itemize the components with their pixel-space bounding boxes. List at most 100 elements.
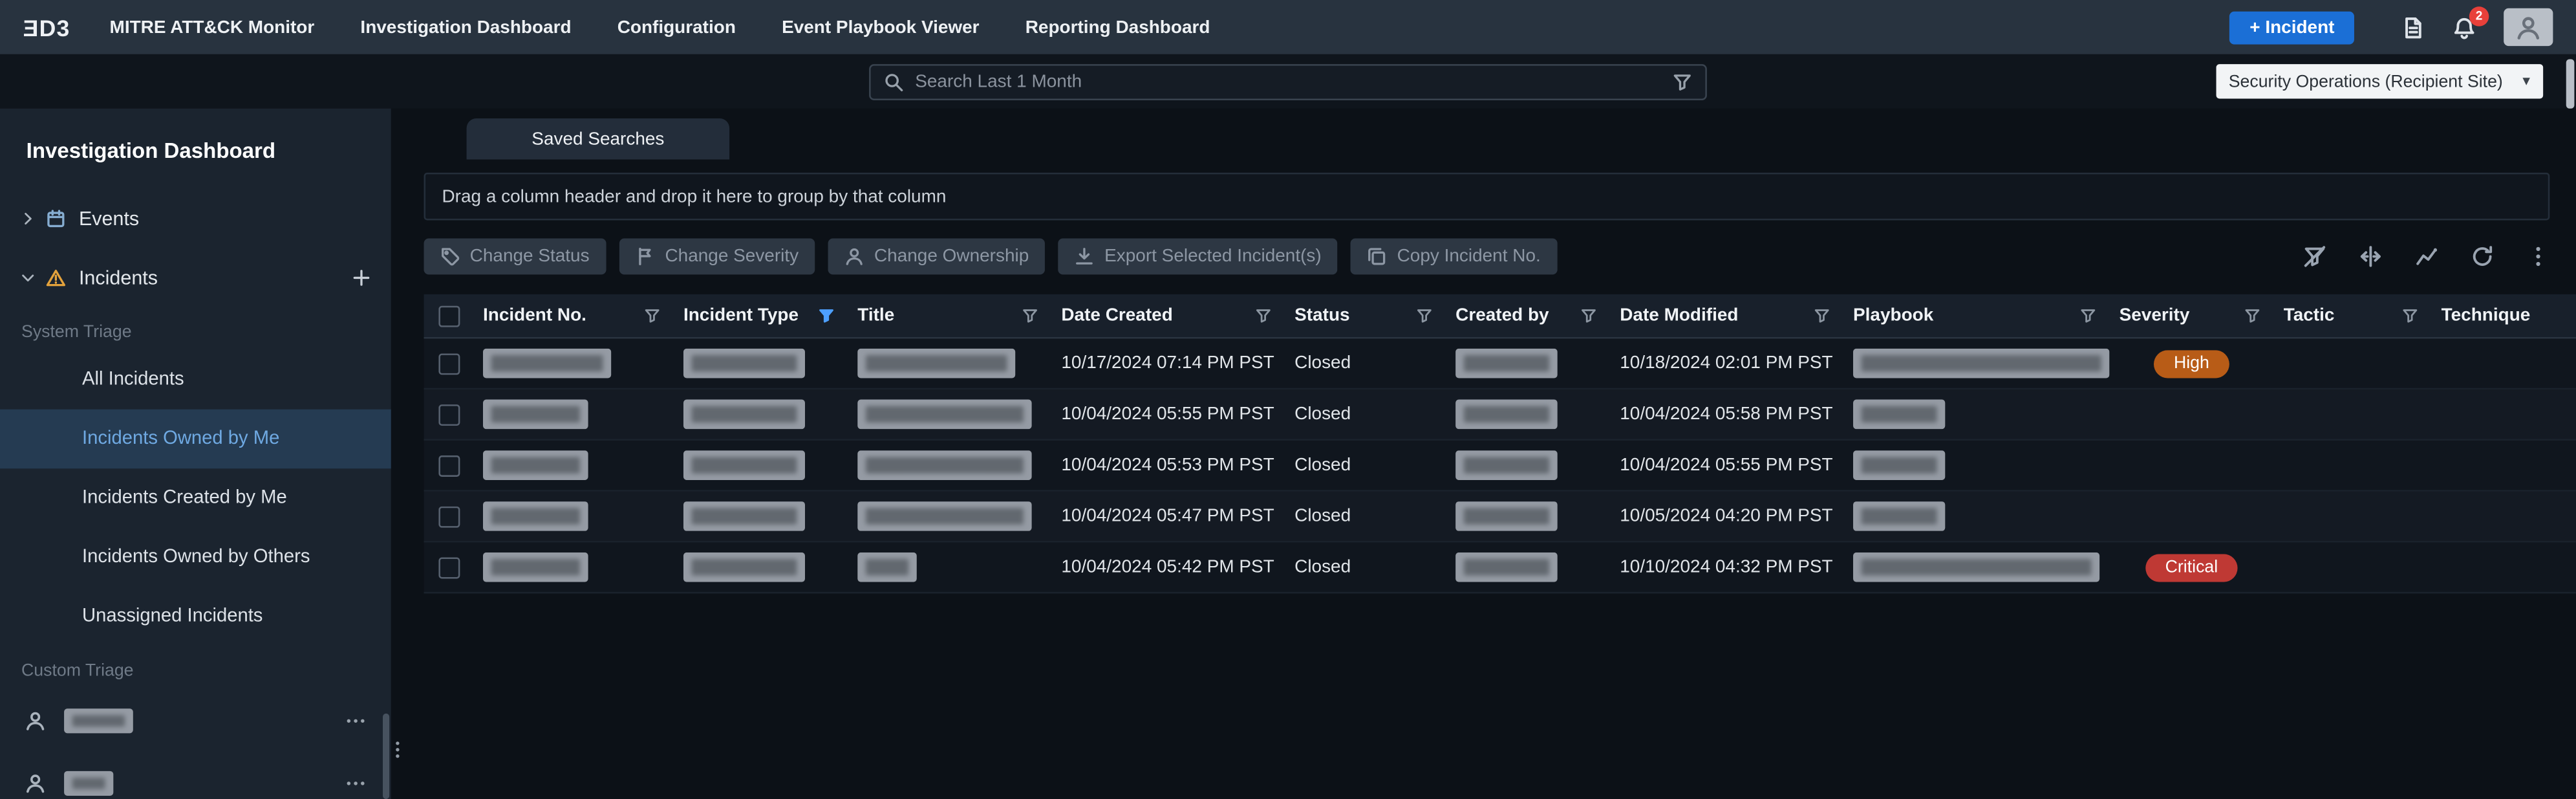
sidebar-item-incidents-owned-by-me[interactable]: Incidents Owned by Me (0, 410, 391, 468)
column-header-created-by[interactable]: Created by (1446, 294, 1610, 337)
sidebar-custom-item[interactable] (0, 689, 391, 752)
date-created-cell: 10/17/2024 07:14 PM PST (1051, 353, 1285, 373)
add-view-plus-icon[interactable] (352, 268, 371, 287)
document-icon[interactable] (2402, 16, 2425, 39)
events-label: Events (79, 207, 139, 230)
chart-icon[interactable] (2415, 245, 2438, 268)
group-by-dropzone[interactable]: Drag a column header and drop it here to… (424, 173, 2550, 221)
filter-funnel-icon[interactable] (2402, 307, 2418, 323)
toolbar-export-selected-incident-s-button[interactable]: Export Selected Incident(s) (1058, 238, 1338, 274)
nav-item-mitre-att-ck-monitor[interactable]: MITRE ATT&CK Monitor (110, 17, 315, 37)
sidebar-item-incidents-created-by-me[interactable]: Incidents Created by Me (0, 468, 391, 527)
sidebar-item-events[interactable]: Events (0, 189, 391, 248)
column-header-title[interactable]: Title (848, 294, 1051, 337)
redacted-incident-type (683, 400, 805, 430)
search-input[interactable] (915, 72, 1661, 91)
table-row[interactable]: 10/04/2024 05:53 PM PSTClosed10/04/2024 … (424, 441, 2576, 492)
user-avatar[interactable] (2504, 8, 2553, 46)
pane-divider (391, 109, 407, 799)
toolbar-button-label: Change Ownership (874, 246, 1029, 266)
redacted-playbook (1853, 349, 2109, 378)
pane-drag-handle-icon[interactable] (388, 740, 407, 760)
filter-funnel-icon[interactable] (1580, 307, 1596, 323)
title-cell (848, 501, 1051, 531)
new-incident-button[interactable]: + Incident (2230, 11, 2354, 44)
row-checkbox[interactable] (438, 353, 459, 374)
more-options-icon[interactable] (345, 772, 367, 793)
table-row[interactable]: 10/17/2024 07:14 PM PSTClosed 10/18/2024 … (424, 338, 2576, 389)
column-header-incident-no[interactable]: Incident No. (473, 294, 674, 337)
column-header-incident-type[interactable]: Incident Type (674, 294, 848, 337)
filter-funnel-icon[interactable] (1255, 307, 1271, 323)
sidebar-item-all-incidents[interactable]: All Incidents (0, 350, 391, 409)
sidebar-item-unassigned-incidents[interactable]: Unassigned Incidents (0, 587, 391, 646)
row-checkbox[interactable] (438, 505, 459, 527)
notification-bell-icon[interactable]: 2 (2453, 16, 2476, 39)
column-header-severity[interactable]: Severity (2109, 294, 2273, 337)
site-selector[interactable]: Security Operations (Recipient Site) ▾ (2215, 64, 2543, 98)
column-header-date-modified[interactable]: Date Modified (1610, 294, 1843, 337)
grid-toolbar: Change Status Change Severity Change Owner… (424, 238, 2550, 274)
table-body: 10/17/2024 07:14 PM PSTClosed 10/18/2024 … (424, 338, 2576, 593)
redacted-created-by (1455, 501, 1558, 531)
notification-badge: 2 (2469, 6, 2489, 25)
table-row[interactable]: 10/04/2024 05:47 PM PSTClosed10/05/2024 … (424, 492, 2576, 543)
sidebar-custom-item[interactable] (0, 751, 391, 799)
status-cell: Closed (1285, 353, 1446, 373)
filter-funnel-icon[interactable] (1416, 307, 1432, 323)
sidebar-item-incidents-owned-by-others[interactable]: Incidents Owned by Others (0, 528, 391, 587)
nav-item-configuration[interactable]: Configuration (617, 17, 736, 37)
column-header-date-created[interactable]: Date Created (1051, 294, 1285, 337)
row-checkbox[interactable] (438, 556, 459, 578)
clear-filter-icon[interactable] (2303, 245, 2326, 268)
person-icon (25, 772, 46, 793)
more-options-icon[interactable] (345, 710, 367, 731)
filter-funnel-icon[interactable] (1022, 307, 1038, 323)
redacted-incident-type (683, 501, 805, 531)
window-scrollbar-thumb[interactable] (2566, 59, 2575, 108)
redacted-playbook (1853, 501, 1945, 531)
toolbar-change-severity-button[interactable]: Change Severity (619, 238, 815, 274)
title-cell (848, 349, 1051, 378)
filter-funnel-icon[interactable] (1814, 307, 1830, 323)
toolbar-copy-incident-no-button[interactable]: Copy Incident No. (1351, 238, 1557, 274)
filter-funnel-icon[interactable] (2244, 307, 2260, 323)
column-header-tactic[interactable]: Tactic (2273, 294, 2431, 337)
row-checkbox-cell (424, 556, 473, 578)
playbook-cell (1843, 553, 2110, 582)
filter-funnel-icon[interactable] (818, 307, 834, 323)
title-cell (848, 400, 1051, 430)
toolbar-change-ownership-button[interactable]: Change Ownership (828, 238, 1046, 274)
row-checkbox[interactable] (438, 404, 459, 425)
date-modified-cell: 10/04/2024 05:58 PM PST (1610, 404, 1843, 424)
tab-saved-searches[interactable]: Saved Searches (467, 118, 730, 160)
chevron-right-icon[interactable] (19, 210, 36, 226)
d3-logo[interactable]: ƎD3 (23, 14, 70, 41)
row-checkbox[interactable] (438, 455, 459, 476)
filter-funnel-icon[interactable] (644, 307, 660, 323)
nav-item-event-playbook-viewer[interactable]: Event Playbook Viewer (782, 17, 980, 37)
select-all-checkbox[interactable] (438, 305, 459, 326)
copy-icon (1368, 246, 1387, 266)
column-header-technique[interactable]: Technique (2431, 294, 2576, 337)
filter-funnel-icon[interactable] (2080, 307, 2096, 323)
refresh-icon[interactable] (2471, 245, 2494, 268)
incidents-table: Incident No.Incident TypeTitleDate Creat… (424, 294, 2576, 593)
toolbar-change-status-button[interactable]: Change Status (424, 238, 606, 274)
sidebar-item-incidents[interactable]: Incidents (0, 248, 391, 307)
date-modified-cell: 10/18/2024 02:01 PM PST (1610, 353, 1843, 373)
chevron-down-icon[interactable] (19, 270, 36, 286)
redacted-incident-type (683, 349, 805, 378)
table-row[interactable]: 10/04/2024 05:42 PM PSTClosed10/10/2024 … (424, 543, 2576, 594)
created-by-cell (1446, 553, 1610, 582)
nav-item-reporting-dashboard[interactable]: Reporting Dashboard (1025, 17, 1210, 37)
column-resize-icon[interactable] (2359, 245, 2383, 268)
column-header-status[interactable]: Status (1285, 294, 1446, 337)
search-filter-funnel-icon[interactable] (1673, 72, 1692, 91)
column-header-playbook[interactable]: Playbook (1843, 294, 2110, 337)
nav-item-investigation-dashboard[interactable]: Investigation Dashboard (360, 17, 571, 37)
table-row[interactable]: 10/04/2024 05:55 PM PSTClosed10/04/2024 … (424, 389, 2576, 441)
download-icon (1075, 246, 1094, 266)
more-vertical-icon[interactable] (2527, 245, 2550, 268)
title-cell (848, 553, 1051, 582)
